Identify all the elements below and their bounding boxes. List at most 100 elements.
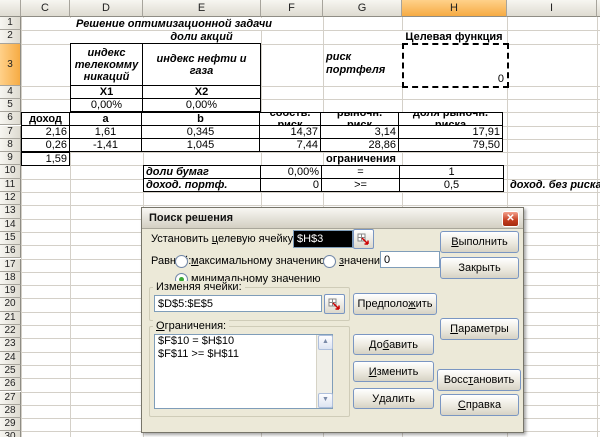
cell-D4[interactable]: X1 [71, 86, 143, 99]
by-changing-input[interactable]: $D$5:$E$5 [154, 295, 322, 312]
guess-button[interactable]: Предположить [353, 293, 437, 315]
column-header-I[interactable]: I [507, 0, 597, 17]
cell-E7[interactable]: 0,345 [142, 126, 260, 139]
row-header-2[interactable]: 2 [0, 30, 21, 43]
cell-subtitle[interactable]: доли акций [143, 31, 260, 43]
column-header-C[interactable]: C [21, 0, 70, 17]
radio-max[interactable] [175, 255, 188, 268]
row-header-25[interactable]: 25 [0, 365, 21, 378]
close-icon[interactable]: ✕ [502, 211, 519, 227]
cell-H2[interactable]: Целевая функция [402, 31, 506, 43]
cell-D3[interactable]: индекс телекоммуникаций [71, 44, 143, 86]
cell-H11[interactable]: 0,5 [400, 179, 504, 192]
cell-G11[interactable]: >= [322, 179, 400, 192]
row-header-4[interactable]: 4 [0, 86, 21, 99]
row-header-12[interactable]: 12 [0, 192, 21, 205]
cell-D5[interactable]: 0,00% [71, 99, 143, 112]
cell-F11[interactable]: 0 [261, 179, 322, 192]
cell-H7[interactable]: 17,91 [399, 126, 503, 139]
cell-G7[interactable]: 3,14 [321, 126, 399, 139]
radio-max-label[interactable]: максимальному значению [191, 255, 325, 267]
cell-G8[interactable]: 28,86 [321, 139, 399, 152]
column-header-F[interactable]: F [261, 0, 323, 17]
radio-value[interactable] [323, 255, 336, 268]
row-header-6[interactable]: 6 [0, 112, 21, 125]
column-header-D[interactable]: D [70, 0, 143, 17]
collapse-dialog-icon[interactable] [353, 229, 374, 249]
options-button[interactable]: Параметры [440, 318, 519, 340]
row-header-20[interactable]: 20 [0, 298, 21, 311]
reset-button[interactable]: Восстановить [437, 369, 521, 391]
row-header-16[interactable]: 16 [0, 245, 21, 258]
collapse-dialog-icon[interactable] [324, 294, 345, 314]
cell-D8[interactable]: -1,41 [70, 139, 142, 152]
target-cell-input[interactable]: $H$3 [293, 230, 353, 248]
row-header-26[interactable]: 26 [0, 378, 21, 391]
help-button[interactable]: Справка [440, 394, 519, 416]
cell-F10[interactable]: 0,00% [261, 166, 322, 179]
row-header-23[interactable]: 23 [0, 338, 21, 351]
column-header-H[interactable]: H [402, 0, 507, 17]
cell-E11[interactable]: доход. портф. [144, 179, 261, 192]
cell-D7[interactable]: 1,61 [70, 126, 142, 139]
row-header-8[interactable]: 8 [0, 139, 21, 152]
column-header-G[interactable]: G [323, 0, 402, 17]
cell-G10[interactable]: = [322, 166, 400, 179]
add-button[interactable]: Добавить [353, 334, 434, 355]
row-header-15[interactable]: 15 [0, 232, 21, 245]
row-header-29[interactable]: 29 [0, 418, 21, 431]
cell-D6[interactable]: a [70, 113, 142, 126]
cell-G6[interactable]: рыночн. риск [321, 113, 399, 126]
constraint-item[interactable]: $F$11 >= $H$11 [155, 348, 332, 361]
row-header-18[interactable]: 18 [0, 272, 21, 285]
row-header-28[interactable]: 28 [0, 405, 21, 418]
row-header-14[interactable]: 14 [0, 219, 21, 232]
cell-E10[interactable]: доли бумаг [144, 166, 261, 179]
row-header-9[interactable]: 9 [0, 152, 21, 165]
cell-title[interactable]: Решение оптимизационной задачи [76, 18, 272, 30]
cell-F7[interactable]: 14,37 [260, 126, 321, 139]
row-header-17[interactable]: 17 [0, 259, 21, 272]
constraints-listbox[interactable]: $F$10 = $H$10 $F$11 >= $H$11 ▲ ▼ [154, 334, 333, 409]
row-header-1[interactable]: 1 [0, 17, 21, 30]
scroll-down-icon[interactable]: ▼ [318, 393, 333, 408]
cell-E4[interactable]: X2 [143, 86, 261, 99]
cell-C6[interactable]: доход [22, 113, 70, 126]
cell-F8[interactable]: 7,44 [260, 139, 321, 152]
cell-E8[interactable]: 1,045 [142, 139, 260, 152]
row-header-7[interactable]: 7 [0, 126, 21, 139]
listbox-scrollbar[interactable]: ▲ ▼ [316, 335, 332, 408]
selected-cell-H3[interactable]: 0 [402, 43, 509, 88]
row-header-5[interactable]: 5 [0, 99, 21, 112]
row-header-30[interactable]: 30 [0, 431, 21, 437]
constraint-item[interactable]: $F$10 = $H$10 [155, 335, 332, 348]
cell-C9[interactable]: 1,59 [22, 153, 70, 166]
scroll-up-icon[interactable]: ▲ [318, 335, 333, 350]
delete-button[interactable]: Удалить [353, 388, 434, 409]
cell-H6[interactable]: доля рыночн. риска [399, 113, 503, 126]
row-header-21[interactable]: 21 [0, 312, 21, 325]
row-header-27[interactable]: 27 [0, 392, 21, 405]
close-button[interactable]: Закрыть [440, 257, 519, 279]
row-header-10[interactable]: 10 [0, 165, 21, 178]
select-all-corner[interactable] [0, 0, 21, 17]
value-of-input[interactable]: 0 [380, 251, 440, 268]
cell-G9[interactable]: ограничения [326, 153, 396, 165]
solve-button[interactable]: Выполнить [440, 231, 519, 253]
column-header-E[interactable]: E [143, 0, 261, 17]
cell-H10[interactable]: 1 [400, 166, 504, 179]
change-button[interactable]: Изменить [353, 361, 434, 382]
row-header-11[interactable]: 11 [0, 179, 21, 192]
row-header-24[interactable]: 24 [0, 352, 21, 365]
cell-H8[interactable]: 79,50 [399, 139, 503, 152]
row-header-22[interactable]: 22 [0, 325, 21, 338]
cell-G3[interactable]: риск портфеля [326, 51, 396, 77]
row-header-19[interactable]: 19 [0, 285, 21, 298]
cell-F6[interactable]: собств. риск [260, 113, 321, 126]
cell-E3[interactable]: индекс нефти и газа [143, 44, 261, 86]
cell-E5[interactable]: 0,00% [143, 99, 261, 112]
row-header-13[interactable]: 13 [0, 205, 21, 218]
cell-C7[interactable]: 2,16 [22, 126, 70, 139]
row-header-3[interactable]: 3 [0, 44, 21, 86]
cell-E6[interactable]: b [142, 113, 260, 126]
